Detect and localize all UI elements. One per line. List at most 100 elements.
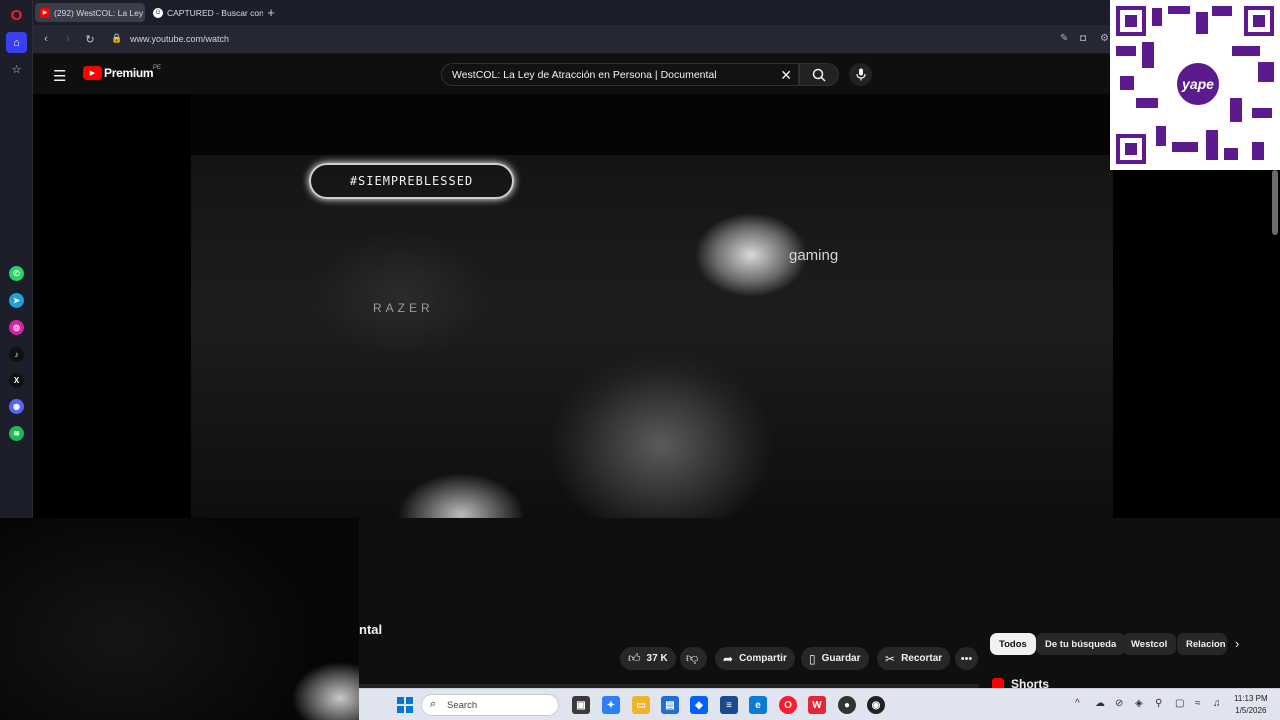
file-explorer-icon[interactable]: ▭ (632, 696, 650, 714)
qr-module (1258, 62, 1274, 82)
qr-finder (1116, 6, 1146, 36)
screen: O ⌂ ☆ ✆ ➤ ◎ ♪ X ◉ ≋ ▶ (292) WestCOL: La … (0, 0, 1280, 720)
share-button[interactable]: ➦ Compartir (715, 647, 795, 670)
thumbs-up-icon: 👍︎ (628, 651, 641, 665)
logo-text: Premium (104, 66, 154, 80)
spotify-icon[interactable]: ≋ (9, 426, 24, 441)
tray-icon[interactable]: ▢ (1175, 698, 1184, 709)
video-frame[interactable]: #SIEMPREBLESSED RAZER gaming (191, 94, 1113, 518)
home-icon[interactable]: ⌂ (6, 32, 27, 53)
dislike-button[interactable]: 👎︎ (680, 647, 707, 670)
qr-finder (1116, 134, 1146, 164)
back-icon[interactable]: ‹ (39, 32, 53, 46)
bookmark-icon: ▯ (809, 651, 816, 666)
save-label: Guardar (821, 653, 861, 664)
qr-module (1142, 42, 1154, 68)
settings-icon[interactable]: ⚙ (1100, 33, 1109, 44)
wps-icon[interactable]: W (808, 696, 826, 714)
video-scene: #SIEMPREBLESSED RAZER gaming (191, 155, 1113, 518)
more-options-icon[interactable]: ••• (955, 647, 978, 670)
country-code: PE (153, 65, 162, 71)
save-button[interactable]: ▯ Guardar (801, 647, 869, 670)
clip-button[interactable]: ✂ Recortar (877, 647, 951, 670)
webcam-overlay (0, 518, 359, 720)
obs-icon[interactable]: ◉ (867, 696, 885, 714)
windows-taskbar: ⌕ Search ▣ ✦ ▭ ▤ ◆ ≡ e O W ● ◉ ^ ☁ ⊘ ◈ ⚲… (359, 688, 1280, 720)
edit-icon[interactable]: ✎ (1060, 33, 1068, 44)
chair-brand: RAZER (373, 301, 434, 315)
dropbox-icon[interactable]: ◆ (690, 696, 708, 714)
clock[interactable]: 11:13 PM 1/5/2026 (1234, 693, 1268, 717)
discord-icon[interactable]: ◉ (9, 399, 24, 414)
scissors-icon: ✂ (885, 651, 896, 666)
microphone-icon (855, 68, 866, 81)
store-icon[interactable]: ▤ (661, 696, 679, 714)
cap-text: gaming (789, 247, 839, 264)
qr-module (1152, 8, 1162, 26)
clip-label: Recortar (901, 653, 943, 664)
google-favicon-icon: G (153, 7, 163, 18)
share-icon: ➦ (723, 651, 734, 666)
qr-code: yape (1110, 0, 1280, 170)
video-player[interactable]: #SIEMPREBLESSED RAZER gaming (33, 94, 1280, 518)
forward-icon[interactable]: › (61, 32, 75, 46)
thumbs-down-icon: 👎︎ (686, 651, 699, 665)
opera-icon[interactable]: O (779, 696, 797, 714)
voice-search-button[interactable] (849, 63, 872, 86)
chip-westcol[interactable]: Westcol (1122, 633, 1177, 655)
neon-sign: #SIEMPREBLESSED (309, 163, 514, 199)
wifi-icon[interactable]: ≈ (1195, 698, 1201, 709)
usb-icon[interactable]: ⚲ (1155, 698, 1162, 709)
youtube-header: ☰ ▶ Premium PE WestCOL: La Ley de Atracc… (33, 54, 1280, 94)
copilot-icon[interactable]: ✦ (602, 696, 620, 714)
camera-icon[interactable]: ◘ (1080, 33, 1086, 44)
chip-all[interactable]: Todos (990, 633, 1036, 655)
like-count: 37 K (646, 653, 668, 664)
favorites-icon[interactable]: ☆ (6, 59, 27, 80)
new-tab-button[interactable]: + (264, 5, 278, 20)
chip-related[interactable]: Relacion (1177, 633, 1227, 655)
windows-start-icon[interactable] (397, 697, 413, 713)
browser-sidebar: O ⌂ ☆ ✆ ➤ ◎ ♪ X ◉ ≋ (0, 0, 33, 518)
qr-module (1136, 98, 1158, 108)
whatsapp-icon[interactable]: ✆ (9, 266, 24, 281)
like-button[interactable]: 👍︎ 37 K (620, 647, 676, 670)
instagram-icon[interactable]: ◎ (9, 320, 24, 335)
youtube-logo[interactable]: ▶ Premium (83, 66, 154, 80)
menu-icon[interactable]: ☰ (53, 67, 66, 85)
search-icon: ⌕ (430, 698, 437, 710)
tray-icon[interactable]: ⊘ (1115, 698, 1123, 709)
opera-logo-icon[interactable]: O (6, 5, 27, 26)
code-editor-icon[interactable]: ≡ (720, 696, 738, 714)
volume-icon[interactable]: ♫ (1213, 698, 1221, 709)
qr-module (1120, 76, 1134, 90)
tab-bar: ▶ (292) WestCOL: La Ley G CAPTURED - Bus… (33, 0, 1280, 25)
app-icon[interactable]: ● (838, 696, 856, 714)
tab-label: (292) WestCOL: La Ley (54, 7, 144, 18)
scrollbar-thumb[interactable] (1272, 170, 1278, 235)
qr-module (1206, 130, 1218, 160)
tiktok-icon[interactable]: ♪ (9, 347, 24, 362)
telegram-icon[interactable]: ➤ (9, 293, 24, 308)
task-view-icon[interactable]: ▣ (572, 696, 590, 714)
tray-icon[interactable]: ◈ (1135, 698, 1143, 709)
qr-module (1252, 108, 1272, 118)
qr-module (1172, 142, 1198, 152)
qr-module (1252, 142, 1264, 160)
x-icon[interactable]: X (9, 373, 24, 388)
chevron-right-icon[interactable]: › (1235, 636, 1239, 651)
search-input[interactable]: WestCOL: La Ley de Atracción en Persona … (441, 63, 799, 86)
tab-google[interactable]: G CAPTURED - Buscar con G (148, 3, 263, 22)
cloud-icon[interactable]: ☁ (1095, 698, 1105, 709)
chevron-up-icon[interactable]: ^ (1075, 698, 1080, 709)
chip-from-search[interactable]: De tu búsqueda (1036, 633, 1126, 655)
reload-icon[interactable]: ↻ (83, 32, 97, 46)
edge-icon[interactable]: e (749, 696, 767, 714)
taskbar-search-input[interactable]: ⌕ Search (421, 694, 559, 716)
close-icon[interactable]: ✕ (780, 67, 792, 84)
search-button[interactable] (799, 63, 839, 86)
lock-icon: 🔒 (111, 33, 123, 43)
tab-youtube[interactable]: ▶ (292) WestCOL: La Ley (35, 3, 145, 22)
url-field[interactable]: www.youtube.com/watch (130, 34, 229, 44)
clock-time: 11:13 PM (1234, 694, 1268, 703)
